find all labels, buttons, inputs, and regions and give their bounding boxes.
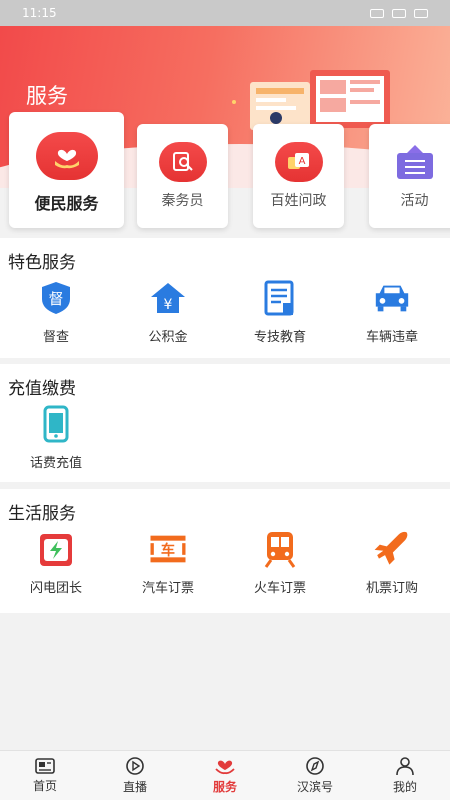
person-icon xyxy=(396,757,414,776)
item-label: 话费充值 xyxy=(29,456,82,471)
wifi-icon xyxy=(392,8,406,18)
tab-live[interactable]: 直播 xyxy=(90,751,180,800)
bus-ticket-icon: 车 xyxy=(148,529,188,569)
tab-label: 服务 xyxy=(212,780,237,794)
train-icon xyxy=(260,529,300,569)
card-bianmin-service[interactable]: 便民服务 xyxy=(9,112,124,228)
life-services-section: 生活服务 闪电团长 车 汽车订票 火车订票 机票订购 xyxy=(0,489,450,613)
item-bus-ticket[interactable]: 车 汽车订票 xyxy=(112,529,224,596)
card-label: 秦务员 xyxy=(161,193,204,209)
special-services-section: 特色服务 督 督查 ¥ 公积金 专技教育 车辆违章 xyxy=(0,238,450,358)
airplane-icon xyxy=(372,529,412,569)
page-title: 服务 xyxy=(26,84,68,108)
status-time: 11:15 xyxy=(22,6,57,20)
item-flash-leader[interactable]: 闪电团长 xyxy=(0,529,112,596)
card-qinwuyuan[interactable]: 秦务员 xyxy=(137,124,228,228)
tab-service[interactable]: 服务 xyxy=(180,751,270,800)
event-board-icon xyxy=(391,142,439,182)
education-doc-icon xyxy=(260,278,300,318)
item-label: 机票订购 xyxy=(365,581,418,596)
home-news-icon xyxy=(35,758,55,774)
item-label: 闪电团长 xyxy=(29,581,82,596)
card-label: 活动 xyxy=(400,193,429,209)
status-bar: 11:15 xyxy=(0,0,450,26)
service-heart-icon xyxy=(215,760,235,775)
tab-mine[interactable]: 我的 xyxy=(360,751,450,800)
card-label: 百姓问政 xyxy=(270,193,327,209)
top-cards: 便民服务 秦务员 A 百姓问政 活动 xyxy=(0,112,450,230)
item-train-ticket[interactable]: 火车订票 xyxy=(224,529,336,596)
section-title: 生活服务 xyxy=(8,504,76,524)
tab-label: 汉滨号 xyxy=(296,780,333,794)
search-doc-icon xyxy=(158,142,207,182)
battery-icon xyxy=(414,8,428,18)
section-title: 充值缴费 xyxy=(8,379,76,399)
signal-icon xyxy=(370,8,384,18)
tab-label: 直播 xyxy=(122,780,147,794)
lightning-bag-icon xyxy=(36,529,76,569)
tab-home[interactable]: 首页 xyxy=(0,751,90,800)
supervise-shield-icon: 督 xyxy=(36,278,76,318)
item-housing-fund[interactable]: ¥ 公积金 xyxy=(112,278,224,345)
item-label: 汽车订票 xyxy=(141,581,194,596)
item-education[interactable]: 专技教育 xyxy=(224,278,336,345)
item-vehicle-violation[interactable]: 车辆违章 xyxy=(336,278,448,345)
recharge-section: 充值缴费 话费充值 xyxy=(0,364,450,482)
item-label: 专技教育 xyxy=(253,330,306,345)
question-chat-icon: A xyxy=(274,142,323,182)
house-fund-icon: ¥ xyxy=(148,278,188,318)
item-supervision[interactable]: 督 督查 xyxy=(0,278,112,345)
card-baixing-wenzheng[interactable]: A 百姓问政 xyxy=(253,124,344,228)
tab-label: 我的 xyxy=(392,780,417,794)
car-icon xyxy=(372,278,412,318)
svg-text:督: 督 xyxy=(48,290,63,308)
status-icons xyxy=(370,8,428,18)
item-phone-recharge[interactable]: 话费充值 xyxy=(0,404,112,471)
tab-hanbinhao[interactable]: 汉滨号 xyxy=(270,751,360,800)
svg-text:车: 车 xyxy=(161,542,175,559)
section-title: 特色服务 xyxy=(8,253,76,273)
item-label: 车辆违章 xyxy=(365,330,418,345)
card-activity[interactable]: 活动 xyxy=(369,124,450,228)
item-label: 督查 xyxy=(42,330,69,345)
card-label: 便民服务 xyxy=(34,194,99,213)
item-flight-booking[interactable]: 机票订购 xyxy=(336,529,448,596)
svg-text:¥: ¥ xyxy=(164,297,173,313)
svg-text:A: A xyxy=(298,156,305,167)
live-play-icon xyxy=(126,757,144,775)
heart-hand-icon xyxy=(35,132,98,180)
phone-icon xyxy=(36,404,76,444)
item-label: 公积金 xyxy=(148,330,188,345)
tab-label: 首页 xyxy=(32,779,57,793)
item-label: 火车订票 xyxy=(253,581,306,596)
compass-icon xyxy=(306,757,324,775)
bottom-tabbar: 首页 直播 服务 汉滨号 我的 xyxy=(0,750,450,800)
